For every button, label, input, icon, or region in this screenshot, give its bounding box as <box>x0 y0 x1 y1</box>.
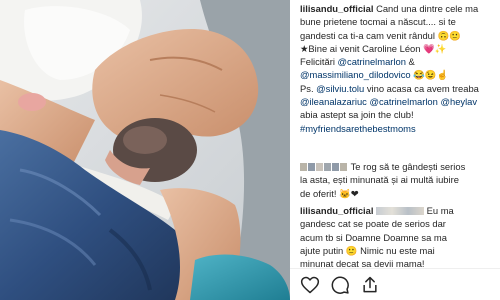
hashtag-link[interactable]: #myfriendsarethebestmoms <box>300 123 416 134</box>
pixelated-username <box>340 163 347 171</box>
post-photo-image <box>0 0 290 300</box>
mention-link[interactable]: @catrinelmarlon <box>338 56 406 67</box>
heart-icon <box>300 276 320 294</box>
caption-text: Cand una dintre cele ma <box>376 3 479 14</box>
comment-username[interactable]: lilisandu_official <box>300 205 373 216</box>
caption-text: abia astept sa join the club! <box>300 109 414 121</box>
comment-icon <box>331 276 349 294</box>
mention-link[interactable]: @silviu.tolu <box>316 83 364 94</box>
pixelated-username <box>332 163 339 171</box>
pixelated-username <box>308 163 315 171</box>
comment-text: Eu ma <box>426 205 454 216</box>
comment-button[interactable] <box>330 275 350 295</box>
mention-link[interactable]: @ileanalazariuc <box>300 96 367 107</box>
caption-line: #myfriendsarethebestmoms <box>300 122 496 135</box>
caption-text: ★Bine ai venit Caroline Léon 💗✨ <box>300 42 447 54</box>
share-button[interactable] <box>360 275 380 295</box>
caption-text: 😂😉☝ <box>410 69 449 81</box>
caption-line: @massimiliano_dilodovico 😂😉☝ <box>300 68 496 81</box>
pixelated-username <box>300 163 307 171</box>
caption-text: & <box>405 56 415 68</box>
caption-line: lilisandu_official Cand una dintre cele … <box>300 2 496 15</box>
mention-link[interactable]: @catrinelmarlon <box>369 96 437 107</box>
like-button[interactable] <box>300 275 320 295</box>
pixelated-username <box>316 163 323 171</box>
comment-text: Te rog să te gândești serios <box>350 161 466 172</box>
caption-line: Ps. @silviu.tolu vino acasa ca avem trea… <box>300 82 496 95</box>
comment-line: lilisandu_official Eu ma <box>300 204 496 217</box>
caption-line: Felicitări @catrinelmarlon & <box>300 55 496 68</box>
caption-line: @ileanalazariuc @catrinelmarlon @heylav <box>300 95 496 108</box>
comment-text: gandesc cat se poate de serios dar <box>300 218 446 230</box>
mention-link[interactable]: @heylav <box>440 96 477 107</box>
caption-text: vino acasa ca avem treaba <box>364 82 479 94</box>
comment-text: ajute putin 🙂 Nimic nu este mai <box>300 244 435 256</box>
comment: lilisandu_official Eu ma gandesc cat se … <box>300 204 496 270</box>
comment-text: la asta, ești minunată și ai multă iubir… <box>300 174 459 186</box>
comment-text: acum tb si Doamne Doamne sa ma <box>300 231 447 243</box>
caption-username[interactable]: lilisandu_official <box>300 3 373 14</box>
caption: lilisandu_official Cand una dintre cele … <box>300 2 496 135</box>
caption-text: Felicitări <box>300 56 338 68</box>
action-bar <box>290 268 500 300</box>
post-photo[interactable] <box>0 0 290 300</box>
caption-text: gandesti ca ti-a cam venit rândul 🙃🙂 <box>300 29 461 41</box>
comment: Te rog să te gândești serios la asta, eș… <box>300 160 496 200</box>
comment-line: Te rog să te gândești serios <box>300 160 496 173</box>
pixelated-username <box>324 163 331 171</box>
share-icon <box>363 276 377 293</box>
comment-text: de oferit! 🐱❤ <box>300 187 359 199</box>
mention-link[interactable]: @massimiliano_dilodovico <box>300 69 411 80</box>
caption-text: bune prietene tocmai a născut.... si te <box>300 16 456 28</box>
caption-text: Ps. <box>300 82 317 94</box>
pixelated-mention <box>376 207 425 215</box>
post-panel: lilisandu_official Cand una dintre cele … <box>290 0 500 300</box>
